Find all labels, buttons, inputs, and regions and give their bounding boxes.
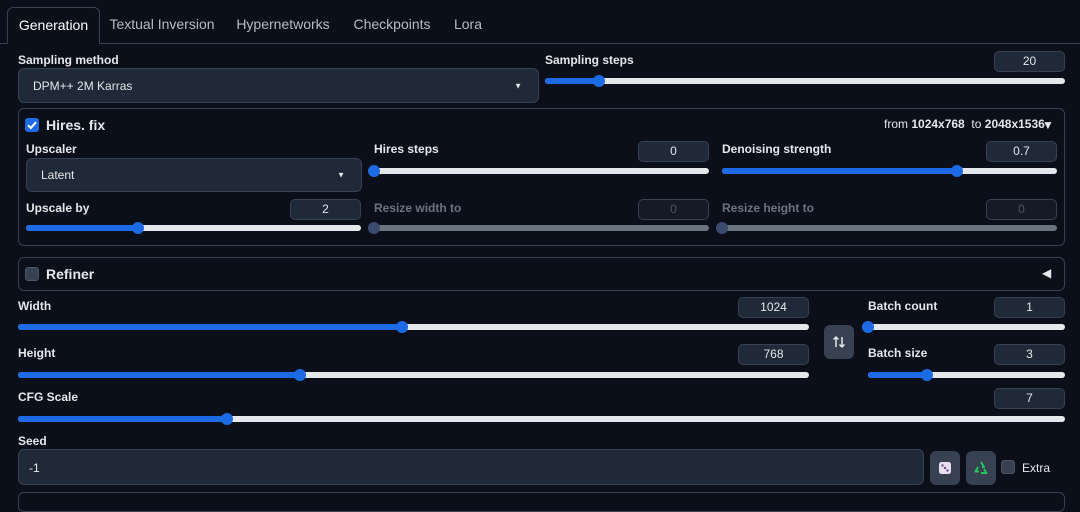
collapse-triangle-icon[interactable]: ▼ bbox=[1042, 118, 1054, 132]
tab-hypernetworks[interactable]: Hypernetworks bbox=[231, 8, 335, 42]
expand-triangle-icon[interactable]: ◀ bbox=[1042, 266, 1051, 280]
slider-thumb[interactable] bbox=[862, 321, 874, 333]
hires-resolution-summary: from 1024x768 to 2048x1536 bbox=[884, 117, 1045, 131]
tab-textual-inversion[interactable]: Textual Inversion bbox=[106, 8, 218, 42]
seed-label: Seed bbox=[18, 434, 47, 448]
slider-thumb[interactable] bbox=[593, 75, 606, 87]
dice-icon bbox=[939, 462, 951, 474]
sampling-steps-label: Sampling steps bbox=[545, 53, 634, 67]
upscale-by-input[interactable]: 2 bbox=[290, 199, 361, 220]
chevron-down-icon: ▼ bbox=[337, 170, 345, 180]
recycle-icon bbox=[974, 461, 988, 474]
cfg-scale-slider[interactable] bbox=[18, 413, 1065, 425]
tab-generation[interactable]: Generation bbox=[7, 7, 100, 44]
upscaler-label: Upscaler bbox=[26, 142, 77, 156]
sampling-steps-input[interactable]: 20 bbox=[994, 51, 1065, 72]
width-slider[interactable] bbox=[18, 321, 809, 333]
slider-thumb[interactable] bbox=[395, 321, 408, 333]
upscale-by-slider[interactable] bbox=[26, 222, 361, 234]
resize-height-slider[interactable] bbox=[716, 222, 1057, 234]
resize-width-input[interactable]: 0 bbox=[638, 199, 709, 220]
hires-to-prefix: to bbox=[971, 117, 982, 131]
slider-thumb[interactable] bbox=[368, 165, 380, 177]
slider-fill bbox=[722, 168, 957, 174]
batch-count-input[interactable]: 1 bbox=[994, 297, 1065, 318]
slider-fill bbox=[18, 416, 228, 422]
swap-dimensions-button[interactable] bbox=[824, 325, 854, 359]
slider-thumb[interactable] bbox=[294, 369, 307, 381]
cfg-scale-label: CFG Scale bbox=[18, 390, 79, 404]
seed-value: -1 bbox=[29, 461, 40, 475]
slider-fill bbox=[26, 225, 138, 231]
batch-count-slider[interactable] bbox=[862, 321, 1065, 333]
height-label: Height bbox=[18, 346, 56, 360]
reuse-seed-button[interactable] bbox=[966, 451, 996, 485]
batch-size-slider[interactable] bbox=[868, 369, 1065, 381]
slider-thumb[interactable] bbox=[368, 222, 380, 234]
tab-lora[interactable]: Lora bbox=[448, 8, 488, 42]
next-panel-edge bbox=[18, 492, 1065, 512]
hires-fix-checkbox[interactable] bbox=[25, 118, 39, 132]
sampling-method-value: DPM++ 2M Karras bbox=[33, 78, 133, 93]
sampling-steps-slider[interactable] bbox=[545, 75, 1065, 87]
denoising-strength-slider[interactable] bbox=[722, 165, 1057, 177]
slider-thumb[interactable] bbox=[221, 413, 234, 425]
seed-input[interactable]: -1 bbox=[18, 449, 924, 485]
slider-fill bbox=[18, 372, 301, 378]
swap-dimensions-icon bbox=[832, 335, 846, 349]
denoising-strength-input[interactable]: 0.7 bbox=[986, 141, 1057, 162]
sampling-method-label: Sampling method bbox=[18, 53, 119, 67]
hires-steps-label: Hires steps bbox=[374, 142, 439, 156]
resize-height-input[interactable]: 0 bbox=[986, 199, 1057, 220]
hires-steps-slider[interactable] bbox=[368, 165, 709, 177]
refiner-label: Refiner bbox=[46, 266, 95, 282]
slider-thumb[interactable] bbox=[950, 165, 963, 177]
random-seed-button[interactable] bbox=[930, 451, 960, 485]
slider-thumb[interactable] bbox=[131, 222, 144, 234]
height-input[interactable]: 768 bbox=[738, 344, 809, 365]
slider-thumb[interactable] bbox=[921, 369, 934, 381]
batch-size-input[interactable]: 3 bbox=[994, 344, 1065, 365]
width-label: Width bbox=[18, 299, 52, 313]
upscale-by-label: Upscale by bbox=[26, 201, 90, 215]
resize-width-slider[interactable] bbox=[368, 222, 709, 234]
hires-from-prefix: from bbox=[884, 117, 908, 131]
batch-count-label: Batch count bbox=[868, 299, 938, 313]
tab-bar: Generation Textual Inversion Hypernetwor… bbox=[0, 0, 1080, 44]
hires-steps-input[interactable]: 0 bbox=[638, 141, 709, 162]
extra-seed-label: Extra bbox=[1022, 461, 1051, 475]
height-slider[interactable] bbox=[18, 369, 809, 381]
batch-size-label: Batch size bbox=[868, 346, 928, 360]
upscaler-dropdown[interactable]: Latent ▼ bbox=[26, 158, 362, 192]
cfg-scale-input[interactable]: 7 bbox=[994, 388, 1065, 409]
slider-fill bbox=[545, 78, 600, 84]
chevron-down-icon: ▼ bbox=[514, 81, 522, 90]
refiner-panel[interactable] bbox=[18, 257, 1065, 291]
slider-fill bbox=[18, 324, 402, 330]
denoising-strength-label: Denoising strength bbox=[722, 142, 832, 156]
sampling-method-dropdown[interactable]: DPM++ 2M Karras ▼ bbox=[18, 68, 539, 103]
hires-fix-label: Hires. fix bbox=[46, 117, 106, 133]
refiner-checkbox[interactable] bbox=[25, 267, 39, 281]
slider-thumb[interactable] bbox=[716, 222, 728, 234]
upscaler-value: Latent bbox=[41, 168, 75, 182]
checkmark-icon bbox=[27, 121, 37, 130]
tab-checkpoints[interactable]: Checkpoints bbox=[348, 8, 436, 42]
hires-to-size: 2048x1536 bbox=[984, 117, 1045, 131]
extra-seed-checkbox[interactable] bbox=[1001, 460, 1015, 474]
width-input[interactable]: 1024 bbox=[738, 297, 809, 318]
hires-from-size: 1024x768 bbox=[911, 117, 965, 131]
resize-height-label: Resize height to bbox=[722, 201, 815, 215]
slider-fill bbox=[868, 372, 928, 378]
resize-width-label: Resize width to bbox=[374, 201, 462, 215]
